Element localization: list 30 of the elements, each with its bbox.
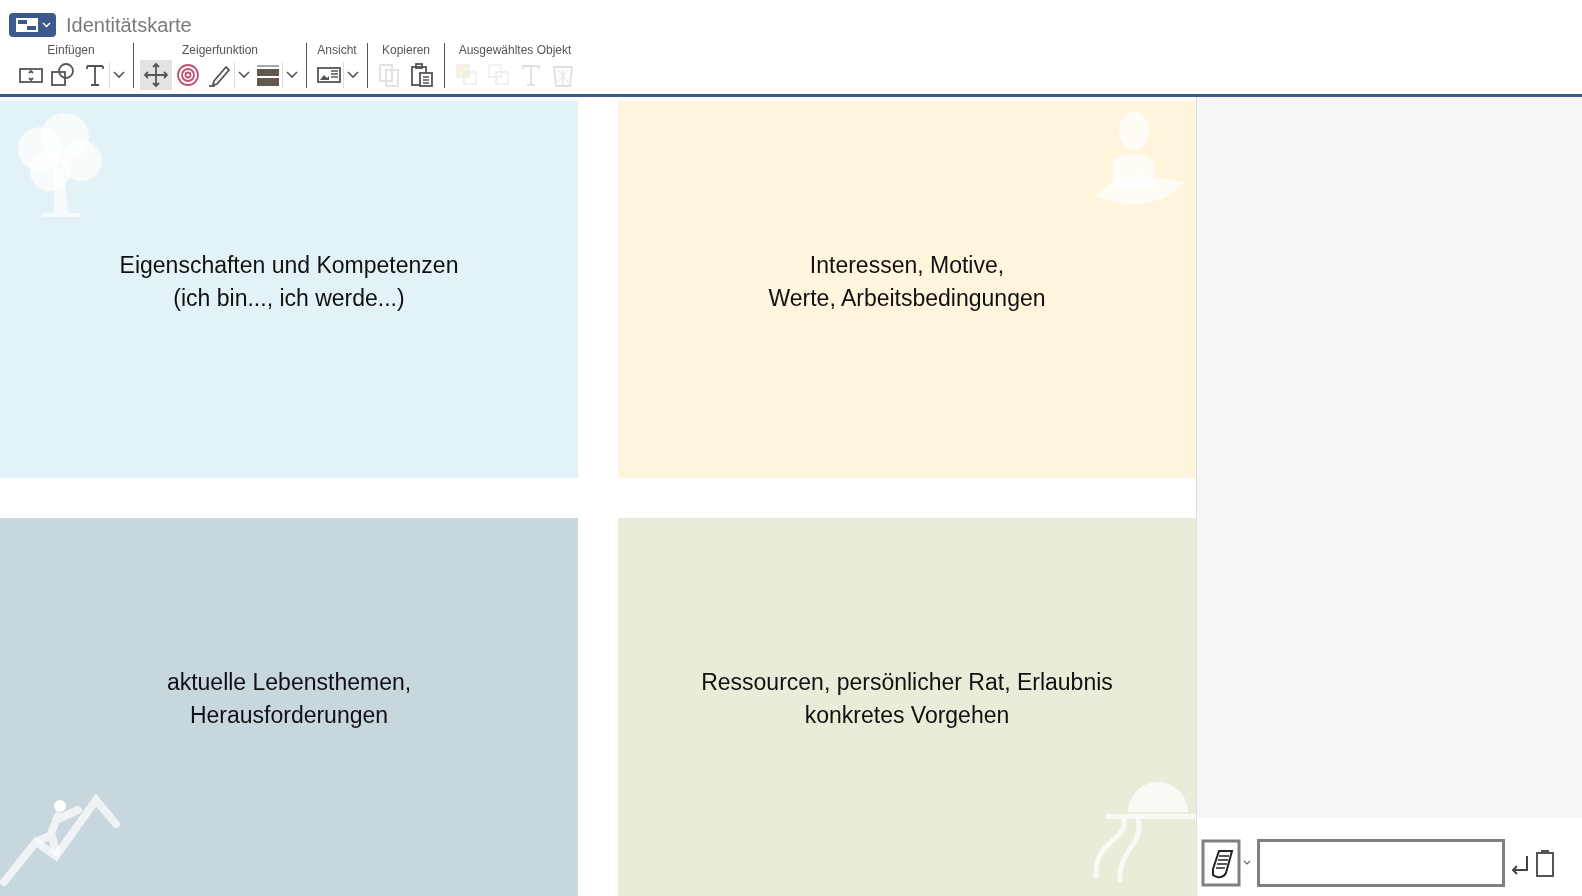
layout-icon <box>14 17 39 33</box>
card-text: Ressourcen, persönlicher Rat, Erlaubnis konkretes Vorgehen <box>701 668 1113 730</box>
group-label: Kopieren <box>381 43 430 57</box>
group-label: Ansicht <box>317 43 357 57</box>
input-field[interactable] <box>1257 839 1505 887</box>
note-button[interactable] <box>1201 839 1253 887</box>
scroll-icon <box>1201 839 1241 887</box>
caret-icon <box>286 71 298 79</box>
card-text: Interessen, Motive, Werte, Arbeitsbedingungen <box>768 250 1046 313</box>
group-label: Einfügen <box>47 43 95 57</box>
card-text: aktuelle Lebensthemen, Herausforderungen <box>166 668 412 730</box>
tool-button[interactable] <box>140 60 172 90</box>
move-icon <box>142 61 170 89</box>
card-text: Eigenschaften und Kompetenzen (ich bin..., ich werde...) <box>119 250 459 313</box>
climber-icon <box>0 793 120 886</box>
tree-icon <box>18 113 102 217</box>
window-title: Identitätskarte <box>66 13 192 38</box>
menu-button[interactable] <box>9 13 56 37</box>
target-icon <box>174 61 202 89</box>
shapes-icon <box>49 61 77 89</box>
caret-icon <box>238 71 250 79</box>
paste-icon <box>408 61 436 89</box>
caret-icon <box>1243 860 1251 865</box>
group-label: Ausgewähltes Objekt <box>458 43 572 57</box>
clipboard-icon[interactable] <box>1535 848 1555 878</box>
caret-icon <box>113 71 125 79</box>
person-icon <box>1094 112 1184 205</box>
caret-icon <box>41 22 51 28</box>
group-label: Zeigerfunktion <box>181 43 258 57</box>
caret-icon <box>347 71 359 79</box>
